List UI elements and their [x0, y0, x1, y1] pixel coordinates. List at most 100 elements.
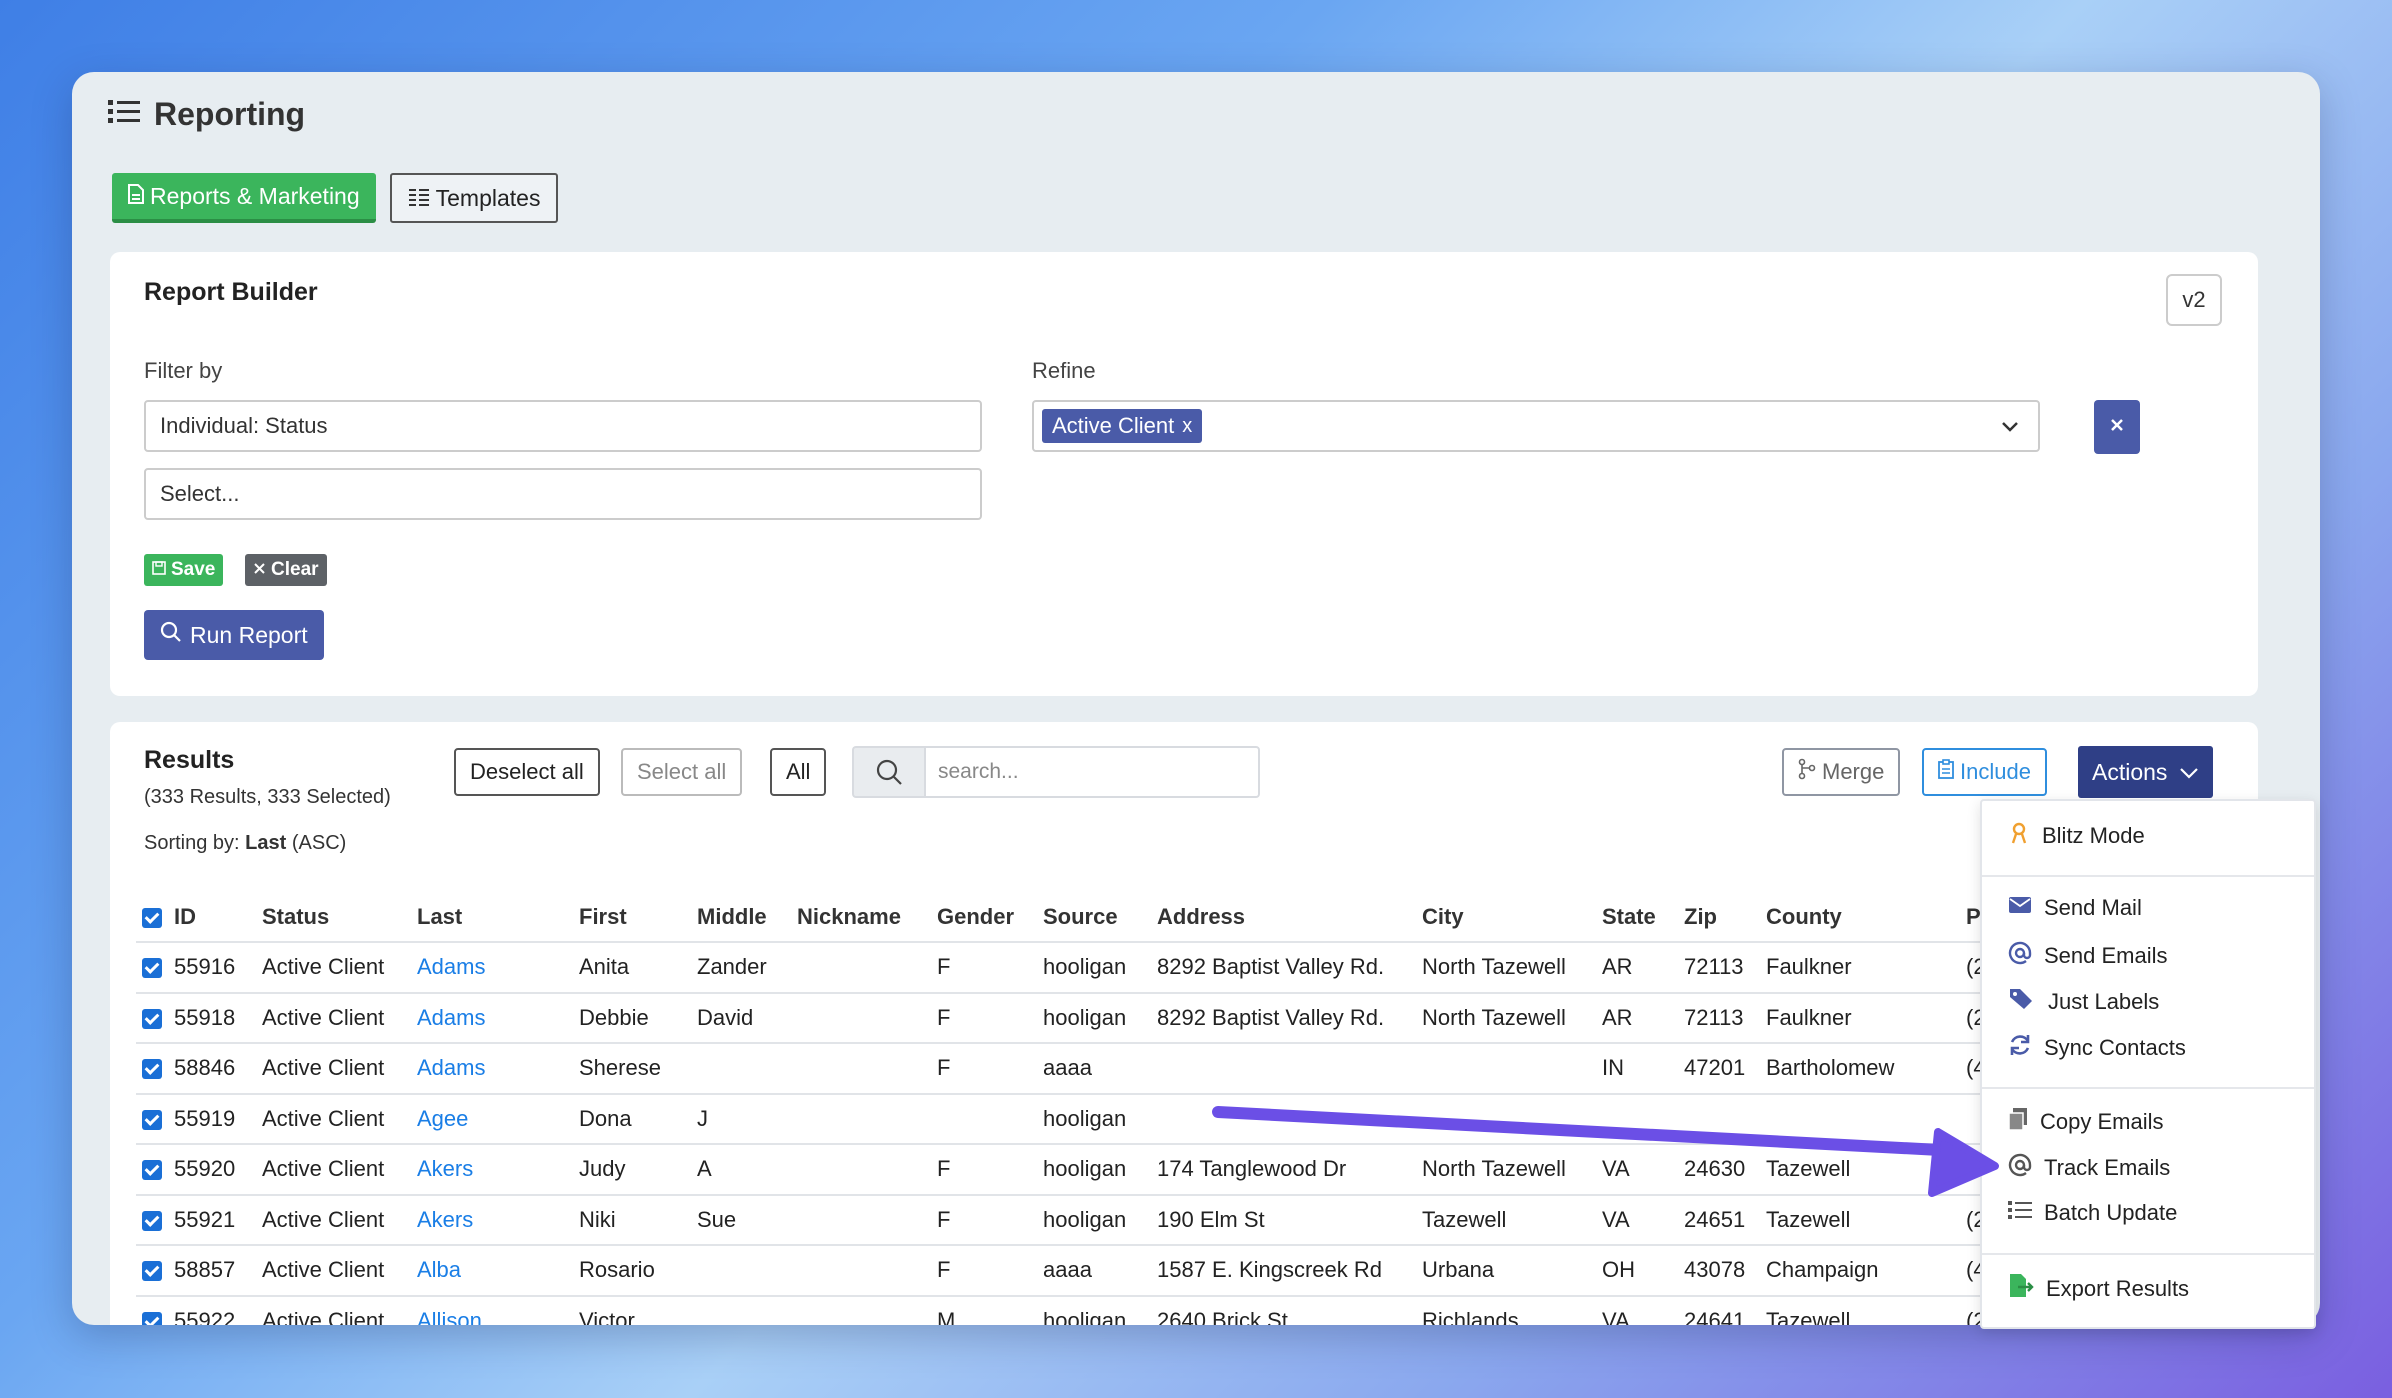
col-id[interactable]: ID — [168, 892, 256, 942]
row-checkbox-cell[interactable] — [136, 1042, 168, 1094]
cell-state: VA — [1596, 1143, 1678, 1195]
row-checkbox-cell[interactable] — [136, 941, 168, 993]
table-row[interactable]: 58846 Active Client Adams Sherese Faaaa IN 472… — [136, 1042, 2004, 1094]
filter-select[interactable]: Individual: Status — [144, 400, 982, 452]
row-checkbox-cell[interactable] — [136, 1143, 168, 1195]
cell-middle — [691, 1244, 791, 1296]
refine-label: Refine — [1032, 358, 1096, 383]
filter-placeholder: Select... — [160, 481, 240, 506]
cell-last[interactable]: Alba — [411, 1244, 573, 1296]
cell-county: Bartholomew — [1760, 1042, 1960, 1094]
menu-item-batch-update[interactable]: Batch Update — [2008, 1199, 2177, 1227]
col-first[interactable]: First — [573, 892, 691, 942]
row-checkbox-cell[interactable] — [136, 1092, 168, 1144]
cell-nickname — [791, 1143, 931, 1195]
filter-secondary-select[interactable]: Select... — [144, 468, 982, 520]
cell-nickname — [791, 1092, 931, 1144]
deselect-all-button[interactable]: Deselect all — [454, 748, 600, 796]
table-row[interactable]: 55918 Active Client Adams Debbie David Fhooli… — [136, 991, 2004, 1043]
col-state[interactable]: State — [1596, 892, 1678, 942]
row-checkbox[interactable] — [142, 1312, 162, 1325]
list-icon — [108, 98, 140, 131]
menu-item-label: Sync Contacts — [2044, 1035, 2186, 1060]
cell-id: 55922 — [168, 1294, 256, 1325]
chevron-down-icon — [2179, 759, 2199, 786]
table-row[interactable]: 55919 Active Client Agee Dona Jhooligan — [136, 1092, 2004, 1144]
cell-gender: F — [931, 1193, 1037, 1245]
row-checkbox[interactable] — [142, 1008, 162, 1029]
col-address[interactable]: Address — [1151, 892, 1416, 942]
col-gender[interactable]: Gender — [931, 892, 1037, 942]
row-checkbox-cell[interactable] — [136, 1244, 168, 1296]
actions-dropdown-button[interactable]: Actions — [2078, 746, 2214, 798]
col-zip[interactable]: Zip — [1678, 892, 1760, 942]
remove-filter-button[interactable] — [2094, 400, 2140, 454]
include-button[interactable]: Include — [1922, 748, 2047, 796]
cell-last[interactable]: Adams — [411, 991, 573, 1043]
col-middle[interactable]: Middle — [691, 892, 791, 942]
header-checkbox[interactable] — [136, 892, 168, 942]
col-nickname[interactable]: Nickname — [791, 892, 931, 942]
cell-city: Tazewell — [1416, 1193, 1596, 1245]
refine-select[interactable]: Active Client x — [1032, 400, 2040, 452]
row-checkbox[interactable] — [142, 1160, 162, 1181]
select-all-checkbox[interactable] — [142, 907, 162, 928]
table-row[interactable]: 58857 Active Client Alba Rosario Faaaa 1587 E… — [136, 1244, 2004, 1296]
chevron-down-icon[interactable] — [2000, 416, 2020, 442]
col-status[interactable]: Status — [256, 892, 411, 942]
cell-last[interactable]: Allison — [411, 1294, 573, 1325]
cell-first: Dona — [573, 1092, 691, 1144]
cell-address: 174 Tanglewood Dr — [1151, 1143, 1416, 1195]
menu-item-blitz-mode[interactable]: Blitz Mode — [2008, 821, 2145, 851]
chip-remove-icon[interactable]: x — [1182, 415, 1192, 438]
version-button[interactable]: v2 — [2166, 274, 2222, 326]
menu-item-sync-contacts[interactable]: Sync Contacts — [2008, 1033, 2186, 1063]
cell-last[interactable]: Adams — [411, 941, 573, 993]
cell-state: AR — [1596, 941, 1678, 993]
menu-item-copy-emails[interactable]: Copy Emails — [2008, 1107, 2163, 1137]
row-checkbox[interactable] — [142, 1261, 162, 1282]
col-last[interactable]: Last — [411, 892, 573, 942]
cell-id: 55919 — [168, 1092, 256, 1144]
run-report-label: Run Report — [190, 621, 308, 648]
row-checkbox[interactable] — [142, 958, 162, 979]
col-source[interactable]: Source — [1037, 892, 1151, 942]
cell-middle — [691, 1042, 791, 1094]
table-row[interactable]: 55920 Active Client Akers Judy A Fhooligan 174… — [136, 1143, 2004, 1195]
save-button[interactable]: Save — [144, 554, 224, 586]
menu-item-send-emails[interactable]: Send Emails — [2008, 941, 2168, 971]
row-checkbox[interactable] — [142, 1109, 162, 1130]
row-checkbox-cell[interactable] — [136, 991, 168, 1043]
tab-templates[interactable]: Templates — [389, 173, 559, 223]
all-button[interactable]: All — [770, 748, 827, 796]
table-row[interactable]: 55922 Active Client Allison Victor Mhooligan… — [136, 1294, 2004, 1325]
menu-item-just-labels[interactable]: Just Labels — [2008, 987, 2159, 1017]
row-checkbox-cell[interactable] — [136, 1294, 168, 1325]
cell-nickname — [791, 1294, 931, 1325]
row-checkbox-cell[interactable] — [136, 1193, 168, 1245]
clear-button[interactable]: Clear — [245, 554, 327, 586]
tab-reports-marketing[interactable]: Reports & Marketing — [112, 173, 376, 223]
cell-address: 2640 Brick St — [1151, 1294, 1416, 1325]
merge-button[interactable]: Merge — [1782, 748, 1901, 796]
row-checkbox[interactable] — [142, 1059, 162, 1080]
run-report-button[interactable]: Run Report — [144, 610, 324, 660]
cell-last[interactable]: Adams — [411, 1042, 573, 1094]
search-input[interactable] — [924, 746, 1260, 798]
col-county[interactable]: County — [1760, 892, 1960, 942]
menu-item-export-results[interactable]: Export Results — [2008, 1273, 2189, 1305]
row-checkbox[interactable] — [142, 1210, 162, 1231]
select-all-button[interactable]: Select all — [621, 748, 743, 796]
table-row[interactable]: 55916 Active Client Adams Anita Zander Fhooli… — [136, 941, 2004, 993]
cell-status: Active Client — [256, 1294, 411, 1325]
menu-item-track-emails[interactable]: Track Emails — [2008, 1153, 2170, 1183]
cell-source: aaaa — [1037, 1244, 1151, 1296]
cell-last[interactable]: Akers — [411, 1143, 573, 1195]
cell-address — [1151, 1092, 1416, 1144]
col-city[interactable]: City — [1416, 892, 1596, 942]
table-row[interactable]: 55921 Active Client Akers Niki Sue Fhooligan 1… — [136, 1193, 2004, 1245]
menu-item-send-mail[interactable]: Send Mail — [2008, 895, 2142, 921]
cell-source: hooligan — [1037, 1092, 1151, 1144]
cell-last[interactable]: Agee — [411, 1092, 573, 1144]
cell-last[interactable]: Akers — [411, 1193, 573, 1245]
